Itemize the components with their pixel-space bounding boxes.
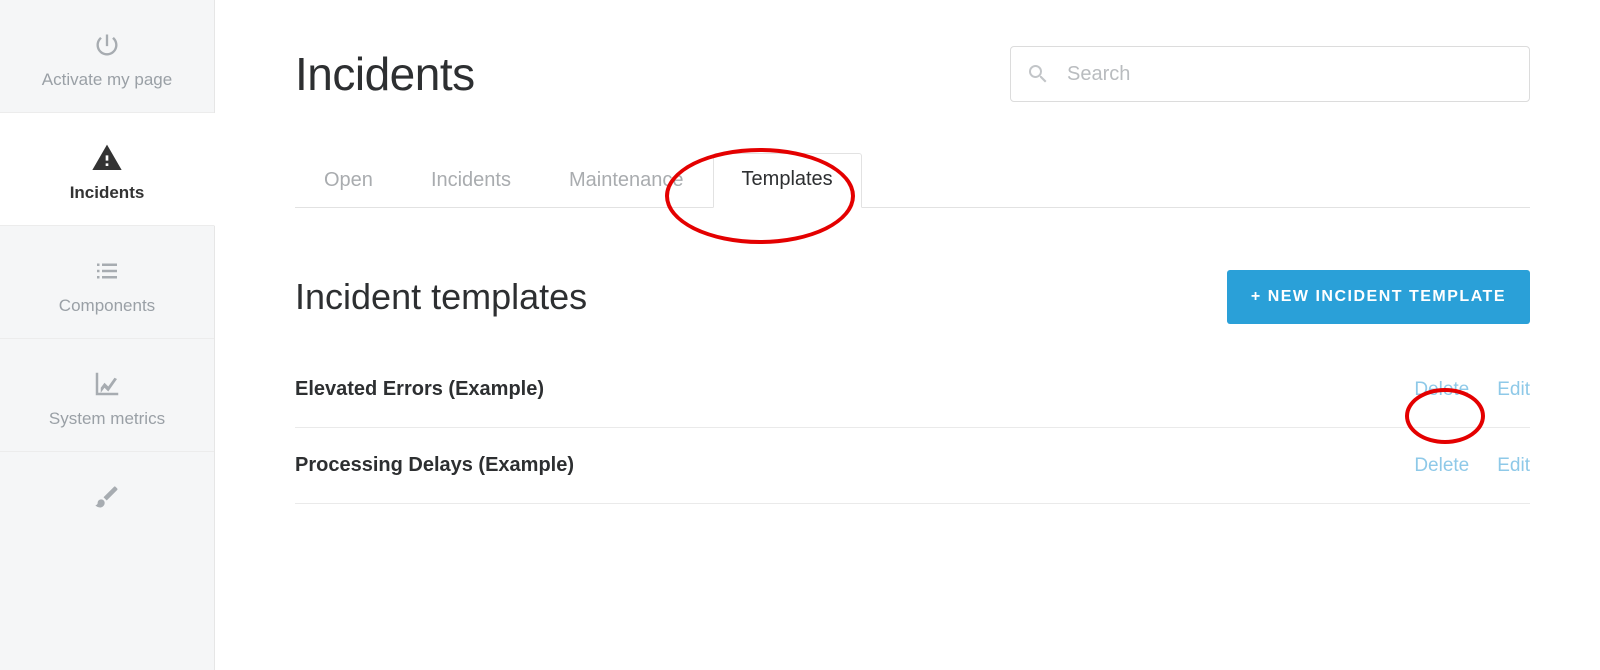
delete-link[interactable]: Delete <box>1414 379 1469 401</box>
sidebar-item-label: System metrics <box>49 409 165 429</box>
sidebar-item-label: Components <box>59 296 155 316</box>
list-icon <box>92 254 122 288</box>
delete-link[interactable]: Delete <box>1414 455 1469 477</box>
tab-maintenance[interactable]: Maintenance <box>540 154 713 208</box>
edit-link[interactable]: Edit <box>1497 379 1530 401</box>
warning-icon <box>91 141 123 175</box>
new-incident-template-button[interactable]: + NEW INCIDENT TEMPLATE <box>1227 270 1530 324</box>
template-name: Processing Delays (Example) <box>295 454 574 477</box>
sidebar-item-label: Incidents <box>70 183 145 203</box>
template-row: Processing Delays (Example) Delete Edit <box>295 428 1530 504</box>
section-title: Incident templates <box>295 276 587 318</box>
sidebar-item-activate[interactable]: Activate my page <box>0 0 214 113</box>
sidebar-item-metrics[interactable]: System metrics <box>0 339 214 452</box>
tabs: Open Incidents Maintenance Templates <box>295 152 1530 208</box>
page-title: Incidents <box>295 47 475 101</box>
search-wrap <box>1010 46 1530 102</box>
template-row: Elevated Errors (Example) Delete Edit <box>295 352 1530 428</box>
search-input[interactable] <box>1010 46 1530 102</box>
sidebar-item-components[interactable]: Components <box>0 226 214 339</box>
main-content: Incidents Open Incidents Maintenance Tem… <box>215 0 1600 670</box>
sidebar-item-customize[interactable] <box>0 452 214 544</box>
template-list: Elevated Errors (Example) Delete Edit Pr… <box>295 352 1530 504</box>
tab-templates[interactable]: Templates <box>713 153 862 208</box>
chart-icon <box>92 367 122 401</box>
brush-icon <box>93 480 121 514</box>
sidebar-item-incidents[interactable]: Incidents <box>0 113 215 226</box>
edit-link[interactable]: Edit <box>1497 455 1530 477</box>
tab-open[interactable]: Open <box>295 154 402 208</box>
sidebar: Activate my page Incidents Components Sy… <box>0 0 215 670</box>
tab-incidents[interactable]: Incidents <box>402 154 540 208</box>
template-name: Elevated Errors (Example) <box>295 378 544 401</box>
search-icon <box>1026 62 1050 86</box>
sidebar-item-label: Activate my page <box>42 70 172 90</box>
power-icon <box>93 28 121 62</box>
